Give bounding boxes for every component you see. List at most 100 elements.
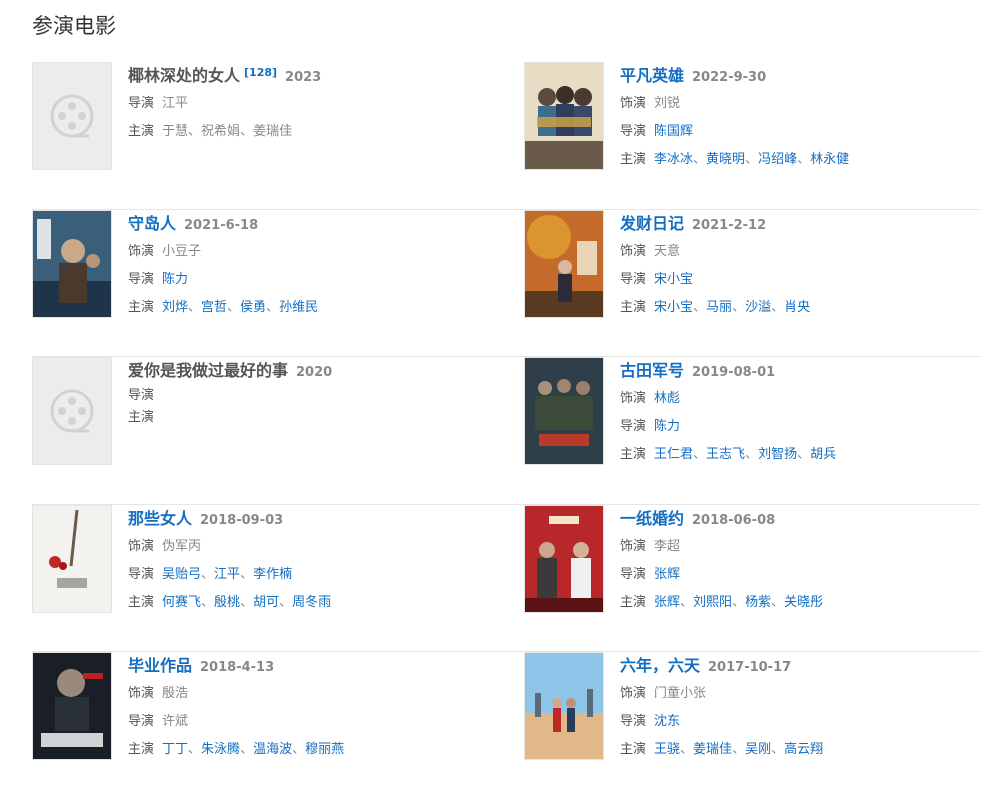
director-label: 导演 xyxy=(128,566,155,582)
movie-card: 古田军号 2019-08-01 饰演 林彪 导演 陈力 主演 王仁君、王志飞、刘智扬、胡… xyxy=(524,357,984,487)
cast-link[interactable]: 王志飞 xyxy=(706,447,745,462)
role-label: 饰演 xyxy=(128,243,155,259)
cast-link[interactable]: 王仁君 xyxy=(654,447,693,462)
director-link[interactable]: 沈东 xyxy=(654,714,680,729)
director-label: 导演 xyxy=(128,96,155,111)
cast-link[interactable]: 肖央 xyxy=(784,300,810,315)
role-label: 饰演 xyxy=(128,538,155,554)
movie-row: 毕业作品 2018-4-13 饰演 殷浩 导演 许斌 主演 丁丁、朱泳腾、温海波、穆丽燕… xyxy=(32,652,980,800)
director-link[interactable]: 陈力 xyxy=(162,272,188,287)
cast-member: 姜瑞佳 xyxy=(253,124,293,139)
movie-title-link[interactable]: 一纸婚约 xyxy=(620,509,684,528)
cast-link[interactable]: 穆丽燕 xyxy=(305,742,344,757)
director-link[interactable]: 宋小宝 xyxy=(654,272,693,287)
movie-poster[interactable] xyxy=(32,209,112,318)
director-link[interactable]: 吴贻弓 xyxy=(162,567,201,582)
director-label: 导演 xyxy=(128,271,155,287)
cast-link[interactable]: 刘烨 xyxy=(162,300,188,315)
cast-link[interactable]: 刘熙阳 xyxy=(693,595,732,610)
movie-poster[interactable] xyxy=(32,652,112,760)
director-link[interactable]: 张辉 xyxy=(654,567,680,582)
role-link[interactable]: 林彪 xyxy=(654,391,680,406)
cast-link[interactable]: 李冰冰 xyxy=(654,152,693,167)
movie-row: 那些女人 2018-09-03 饰演 伪军丙 导演 吴贻弓、江平、李作楠 主演 何赛飞、… xyxy=(32,504,980,653)
movie-title-link[interactable]: 平凡英雄 xyxy=(620,66,684,85)
cast-link[interactable]: 殷桃 xyxy=(214,595,240,610)
cast-link[interactable]: 黄晓明 xyxy=(706,152,745,167)
movie-card: 那些女人 2018-09-03 饰演 伪军丙 导演 吴贻弓、江平、李作楠 主演 何赛飞、… xyxy=(32,504,492,635)
cast-link[interactable]: 沙溢 xyxy=(745,300,771,315)
movie-title-link[interactable]: 发财日记 xyxy=(620,214,684,233)
role-label: 饰演 xyxy=(620,538,647,554)
cast-link[interactable]: 何赛飞 xyxy=(162,595,201,610)
role-value: 小豆子 xyxy=(162,243,202,259)
movie-card: 毕业作品 2018-4-13 饰演 殷浩 导演 许斌 主演 丁丁、朱泳腾、温海波、穆丽燕 xyxy=(32,652,492,782)
cast-link[interactable]: 侯勇 xyxy=(240,300,266,315)
movie-grid: 椰林深处的女人 [128] 2023 导演 江平 主演 于慧、祝希娟、姜瑞佳 平凡英雄 2… xyxy=(32,62,980,800)
cast-link[interactable]: 丁丁 xyxy=(162,742,188,757)
director-label: 导演 xyxy=(620,124,647,139)
poster-image xyxy=(525,210,603,317)
cast-link[interactable]: 吴刚 xyxy=(745,742,771,757)
movie-title-link[interactable]: 古田军号 xyxy=(620,361,684,380)
movie-title-link[interactable]: 守岛人 xyxy=(128,214,176,233)
role-label: 饰演 xyxy=(128,686,155,701)
movie-poster[interactable] xyxy=(524,504,604,613)
cast-link[interactable]: 宋小宝 xyxy=(654,300,693,315)
movie-year: 2021-6-18 xyxy=(184,217,259,233)
cast-link[interactable]: 高云翔 xyxy=(784,742,823,757)
director-link[interactable]: 江平 xyxy=(214,567,240,582)
poster-placeholder[interactable] xyxy=(32,357,112,465)
movie-card: 平凡英雄 2022-9-30 饰演 刘锐 导演 陈国辉 主演 李冰冰、黄晓明、冯绍峰、林… xyxy=(524,62,984,192)
cast-label: 主演 xyxy=(620,447,647,462)
movie-poster[interactable] xyxy=(524,62,604,170)
director-link[interactable]: 李作楠 xyxy=(253,567,292,582)
poster-placeholder[interactable] xyxy=(32,62,112,170)
film-reel-icon xyxy=(50,389,94,433)
movie-poster[interactable] xyxy=(524,209,604,318)
cast-link[interactable]: 关晓彤 xyxy=(784,595,823,610)
role-label: 饰演 xyxy=(620,391,647,406)
movie-card: 一纸婚约 2018-06-08 饰演 李超 导演 张辉 主演 张辉、刘熙阳、杨紫、关晓彤 xyxy=(524,504,984,635)
cast-link[interactable]: 温海波 xyxy=(253,742,292,757)
cast-link[interactable]: 刘智扬 xyxy=(758,447,797,462)
cast-link[interactable]: 姜瑞佳 xyxy=(693,742,732,757)
movie-title-link[interactable]: 那些女人 xyxy=(128,509,192,528)
cast-link[interactable]: 杨紫 xyxy=(745,595,771,610)
movie-year: 2018-06-08 xyxy=(692,512,776,528)
cast-link[interactable]: 王骁 xyxy=(654,742,680,757)
movie-year: 2018-4-13 xyxy=(200,660,275,675)
director-label: 导演 xyxy=(128,388,155,403)
movie-year: 2021-2-12 xyxy=(692,217,767,233)
cast-link[interactable]: 胡兵 xyxy=(810,447,836,462)
cast-label: 主演 xyxy=(620,742,647,757)
director-label: 导演 xyxy=(620,566,647,582)
movie-card: 六年，六天 2017-10-17 饰演 门童小张 导演 沈东 主演 王骁、姜瑞佳、吴刚、… xyxy=(524,652,984,782)
cast-link[interactable]: 孙维民 xyxy=(279,300,318,315)
movie-poster[interactable] xyxy=(524,652,604,760)
cast-link[interactable]: 张辉 xyxy=(654,595,680,610)
director-value: 许斌 xyxy=(162,714,189,729)
cast-label: 主演 xyxy=(128,594,155,610)
movie-title-link[interactable]: 毕业作品 xyxy=(128,656,192,675)
movie-title: 椰林深处的女人 xyxy=(128,66,241,85)
role-label: 饰演 xyxy=(620,96,647,111)
movie-poster[interactable] xyxy=(524,357,604,465)
role-value: 李超 xyxy=(654,538,681,554)
cast-link[interactable]: 胡可 xyxy=(253,595,279,610)
reference-link[interactable]: [128] xyxy=(244,66,277,79)
movie-poster[interactable] xyxy=(32,504,112,613)
cast-link[interactable]: 林永健 xyxy=(810,152,849,167)
cast-link[interactable]: 朱泳腾 xyxy=(201,742,240,757)
director-link[interactable]: 陈国辉 xyxy=(654,124,693,139)
cast-link[interactable]: 冯绍峰 xyxy=(758,152,797,167)
cast-link[interactable]: 马丽 xyxy=(706,300,732,315)
cast-label: 主演 xyxy=(128,742,155,757)
movie-year: 2020 xyxy=(296,365,333,380)
movie-title-link[interactable]: 六年，六天 xyxy=(620,656,700,675)
movie-card: 椰林深处的女人 [128] 2023 导演 江平 主演 于慧、祝希娟、姜瑞佳 xyxy=(32,62,492,192)
cast-link[interactable]: 宫哲 xyxy=(201,300,227,315)
movie-year: 2017-10-17 xyxy=(708,660,792,675)
director-link[interactable]: 陈力 xyxy=(654,419,680,434)
cast-link[interactable]: 周冬雨 xyxy=(292,595,331,610)
